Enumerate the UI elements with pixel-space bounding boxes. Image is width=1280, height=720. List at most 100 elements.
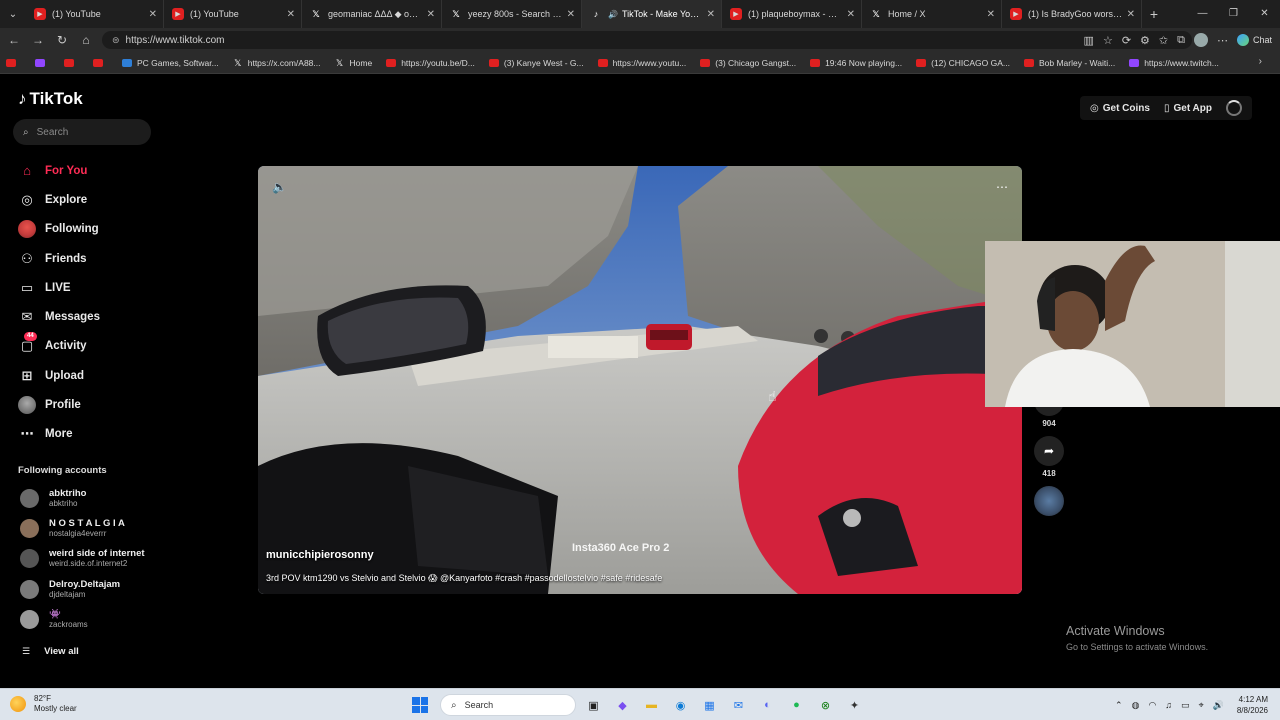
site-info-icon[interactable]: ⊜ xyxy=(112,35,120,46)
get-coins-button[interactable]: ◎ Get Coins xyxy=(1090,103,1150,114)
bookmark-item[interactable]: (3) Kanye West - G... xyxy=(488,58,584,68)
tiktok-logo[interactable]: ♪ TikTok xyxy=(18,89,83,109)
discord-icon[interactable]: ◐ xyxy=(756,694,779,717)
following-account[interactable]: 👾 zackroams xyxy=(20,609,160,630)
sidebar-item-following[interactable]: Following xyxy=(18,215,158,244)
bookmark-item[interactable]: PC Games, Softwar... xyxy=(122,58,219,68)
bookmark-item[interactable] xyxy=(64,58,79,67)
action-share[interactable]: ➦ 418 xyxy=(1032,436,1066,478)
bookmark-item[interactable] xyxy=(6,58,21,67)
bookmark-item[interactable]: 𝕏 Home xyxy=(335,58,372,68)
outlook-icon[interactable]: ✉ xyxy=(727,694,750,717)
browser-tab[interactable]: ▶ (1) Is BradyGoo worse than I ✕ xyxy=(1002,0,1142,28)
sidebar-item-for-you[interactable]: ⌂ For You xyxy=(18,156,158,185)
view-all-button[interactable]: ☰ View all xyxy=(22,646,79,657)
edge-browser-icon[interactable]: ◉ xyxy=(669,694,692,717)
tab-actions-menu-icon[interactable]: ⌄ xyxy=(0,0,26,28)
tab-close-icon[interactable]: ✕ xyxy=(149,9,157,20)
task-view-icon[interactable]: ▣ xyxy=(582,694,605,717)
sidebar-item-messages[interactable]: ✉ Messages xyxy=(18,302,158,331)
speaker-icon[interactable]: 🔊 xyxy=(608,10,618,19)
extensions-icon[interactable]: ⚙ xyxy=(1140,34,1150,47)
tab-close-icon[interactable]: ✕ xyxy=(287,9,295,20)
forward-icon[interactable]: → xyxy=(26,33,50,47)
start-windows-icon[interactable] xyxy=(412,697,428,713)
bookmark-item[interactable]: 𝕏https://x.com/A88... xyxy=(233,58,320,68)
collections-icon[interactable]: ⧉ xyxy=(1177,34,1185,47)
action-music-disc[interactable] xyxy=(1032,486,1066,516)
close-window-icon[interactable]: ✕ xyxy=(1249,0,1280,28)
bookmark-item[interactable]: https://www.twitch... xyxy=(1129,58,1219,68)
music-disc-icon[interactable] xyxy=(1034,486,1064,516)
video-options-icon[interactable]: ⋯ xyxy=(996,180,1008,194)
tray-overflow-icon[interactable]: ⌃ xyxy=(1115,700,1123,711)
browser-tab[interactable]: ▶ (1) plaqueboymax - Sevan (✕ xyxy=(722,0,862,28)
sidebar-item-live[interactable]: ▭ LIVE xyxy=(18,273,158,302)
volume-icon[interactable]: 🔊 xyxy=(1213,700,1224,711)
store-icon[interactable]: ▦ xyxy=(698,694,721,717)
sidebar-item-more[interactable]: ⋯ More xyxy=(18,420,158,449)
xbox-icon[interactable]: ⊗ xyxy=(814,694,837,717)
new-tab-button[interactable]: + xyxy=(1142,6,1166,22)
bookmark-item[interactable] xyxy=(93,58,108,67)
more-menu-icon[interactable]: ⋯ xyxy=(1217,34,1228,47)
video-player[interactable]: 🔈 ⋯ Insta360 Ace Pro 2 municchipierosonn… xyxy=(258,166,1022,594)
copilot-chat-button[interactable]: Chat xyxy=(1236,34,1272,46)
tab-close-icon[interactable]: ✕ xyxy=(847,9,855,20)
sidebar-item-activity[interactable]: ▢ 44 Activity xyxy=(18,332,158,361)
browser-tab[interactable]: 𝕏yeezy 800s - Search / X ✕ xyxy=(442,0,582,28)
copilot-app-icon[interactable]: ◆ xyxy=(611,694,634,717)
minimize-icon[interactable]: — xyxy=(1187,0,1218,28)
refresh-extension-icon[interactable]: ⟳ xyxy=(1122,34,1131,47)
following-account[interactable]: Delroy.Deltajam djdeltajam xyxy=(20,579,160,600)
back-icon[interactable]: ← xyxy=(2,33,26,47)
browser-tab[interactable]: ▶ (1) YouTube ✕ xyxy=(26,0,164,28)
mute-icon[interactable]: 🔈 xyxy=(272,180,287,194)
following-account[interactable]: abktriho abktriho xyxy=(20,488,160,509)
bookmark-item[interactable] xyxy=(35,58,50,67)
bookmark-item[interactable]: https://www.youtu... xyxy=(597,58,686,68)
wifi-icon[interactable]: ◠ xyxy=(1148,700,1156,711)
tab-close-icon[interactable]: ✕ xyxy=(1127,9,1135,20)
tab-close-icon[interactable]: ✕ xyxy=(987,9,995,20)
search-input[interactable]: ⌕ Search xyxy=(13,119,151,145)
following-account[interactable]: N O S T A L G I Anostalgia4everrr xyxy=(20,518,160,539)
following-account[interactable]: weird side of internet weird.side.of.inte… xyxy=(20,548,160,569)
clock[interactable]: 4:12 AM 8/8/2026 xyxy=(1237,694,1268,716)
game-app-icon[interactable]: ✦ xyxy=(843,694,866,717)
browser-tab[interactable]: ▶ (1) YouTube ✕ xyxy=(164,0,302,28)
split-screen-icon[interactable]: ▥ xyxy=(1084,34,1094,47)
home-icon[interactable]: ⌂ xyxy=(74,33,98,47)
spotify-icon[interactable]: ● xyxy=(785,694,808,717)
display-icon[interactable]: ▭ xyxy=(1181,700,1190,711)
favorite-star-icon[interactable]: ☆ xyxy=(1103,34,1113,47)
browser-tab[interactable]: 𝕏 Home / X ✕ xyxy=(862,0,1002,28)
bookmark-item[interactable]: https://youtu.be/D... xyxy=(386,58,475,68)
maximize-icon[interactable]: ❐ xyxy=(1218,0,1249,28)
taskbar-search[interactable]: ⌕ Search xyxy=(440,694,576,716)
refresh-icon[interactable]: ↻ xyxy=(50,33,74,47)
bookmark-item[interactable]: (3) Chicago Gangst... xyxy=(700,58,796,68)
microphone-icon[interactable]: ♫ xyxy=(1165,700,1172,710)
tray-app-icon[interactable]: ◍ xyxy=(1132,700,1140,711)
file-explorer-icon[interactable]: ▬ xyxy=(640,694,663,717)
video-caption[interactable]: 3rd POV ktm1290 vs Stelvio and Stelvio 😱… xyxy=(266,573,662,584)
get-app-button[interactable]: ▯ Get App xyxy=(1164,103,1212,114)
video-username[interactable]: municchipierosonny xyxy=(266,549,374,561)
sidebar-item-profile[interactable]: Profile xyxy=(18,390,158,419)
bookmark-item[interactable]: Bob Marley - Waiti... xyxy=(1023,58,1115,68)
browser-tab[interactable]: ♪ 🔊TikTok - Make Your Day ✕ xyxy=(582,0,722,28)
tab-close-icon[interactable]: ✕ xyxy=(427,9,435,20)
sidebar-item-friends[interactable]: ⚇ Friends xyxy=(18,244,158,273)
share-icon[interactable]: ➦ xyxy=(1034,436,1064,466)
sidebar-item-explore[interactable]: ◎ Explore xyxy=(18,185,158,214)
bookmark-item[interactable]: 19:46 Now playing... xyxy=(810,58,902,68)
sidebar-item-upload[interactable]: ⊞ Upload xyxy=(18,361,158,390)
profile-avatar[interactable] xyxy=(1193,33,1208,47)
tab-close-icon[interactable]: ✕ xyxy=(567,9,575,20)
weather-widget[interactable]: 82°F Mostly clear xyxy=(10,694,77,714)
address-bar[interactable]: ⊜ https://www.tiktok.com xyxy=(102,31,1192,49)
bookmarks-overflow-icon[interactable]: › xyxy=(1259,56,1262,67)
network-icon[interactable]: ⌖ xyxy=(1199,700,1204,711)
favorites-icon[interactable]: ✩ xyxy=(1159,34,1168,47)
